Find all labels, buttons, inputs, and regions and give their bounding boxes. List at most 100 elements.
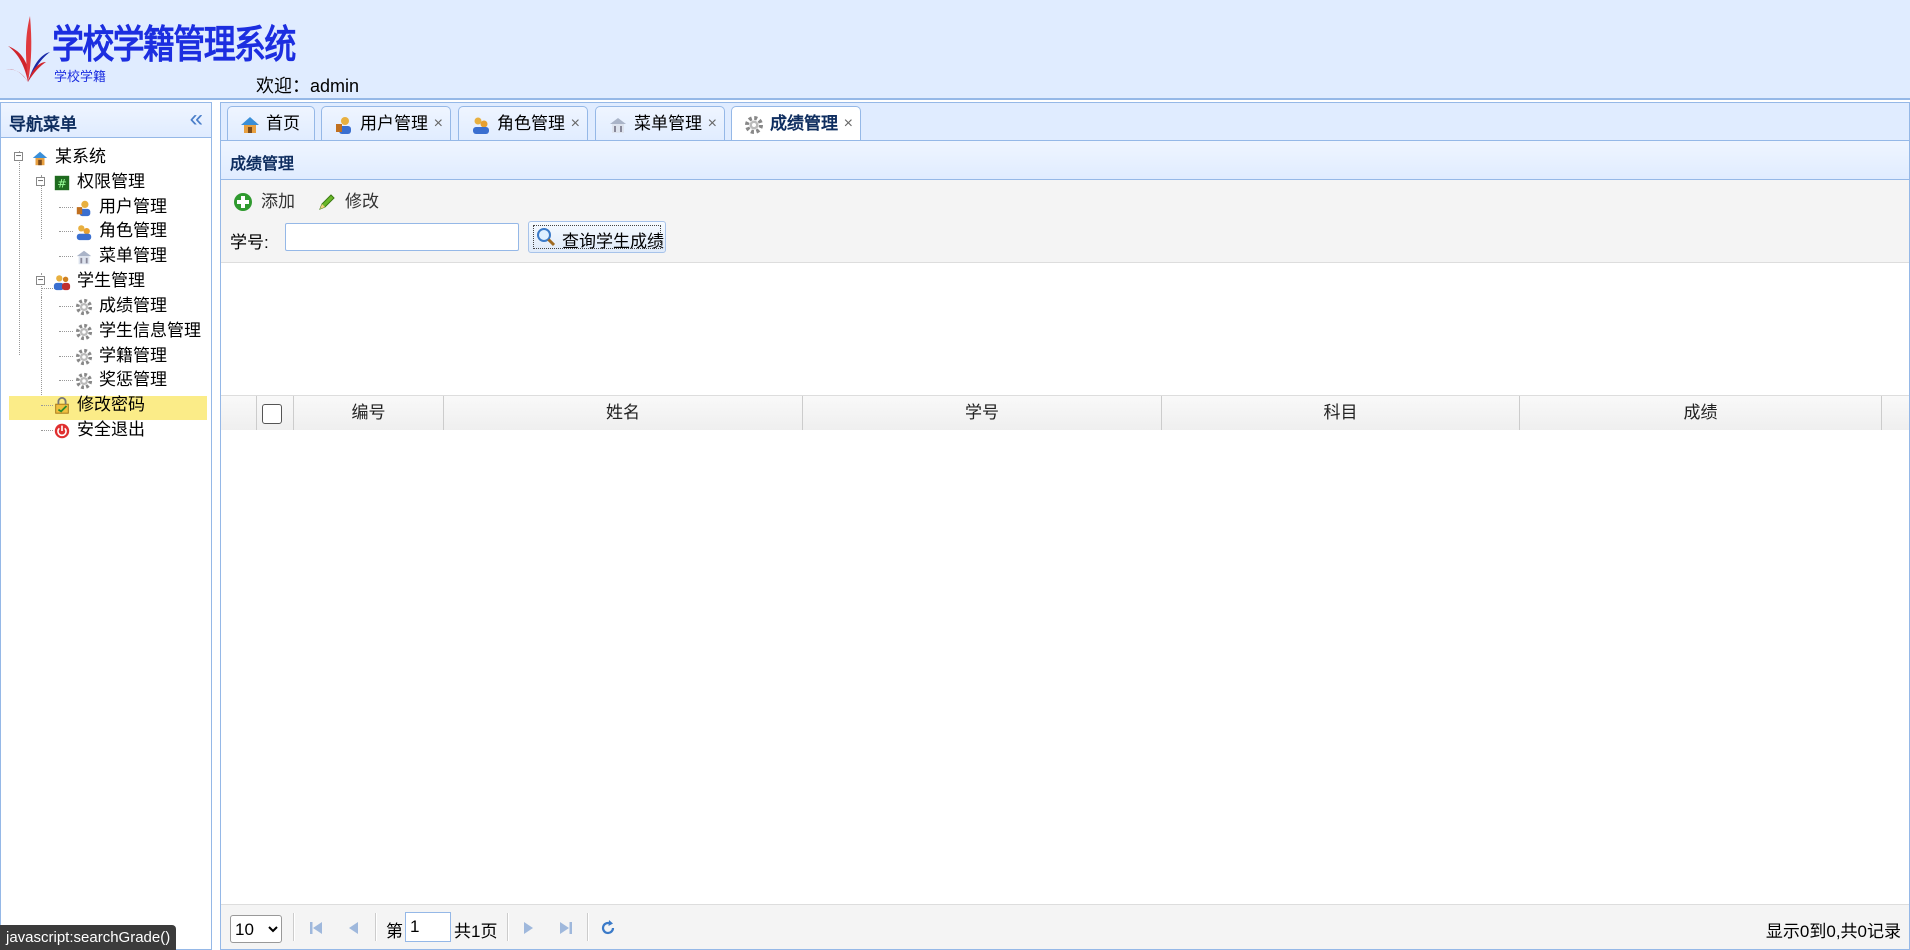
pencil-icon	[319, 194, 335, 210]
tree-label: 安全退出	[77, 420, 145, 439]
tab-home[interactable]: 首页	[227, 106, 315, 141]
tree-label: 修改密码	[77, 395, 145, 414]
tree-node-menu-management[interactable]: 菜单管理	[1, 244, 211, 268]
role-icon	[76, 225, 92, 241]
tab-label: 首页	[266, 114, 300, 133]
tree-node-user-management[interactable]: 用户管理	[1, 195, 211, 219]
nav-panel-header: 导航菜单 «	[1, 103, 211, 138]
password-icon	[55, 397, 69, 414]
page-total-label: 共1页	[454, 922, 498, 941]
search-grade-button[interactable]: 查询学生成绩	[528, 221, 666, 253]
tab-role-management[interactable]: 角色管理 ×	[458, 106, 588, 141]
column-header-subject[interactable]: 科目	[1162, 396, 1520, 430]
column-header-name[interactable]: 姓名	[444, 396, 803, 430]
exit-icon	[54, 423, 70, 439]
pager-separator	[375, 913, 377, 941]
tree-label: 学生管理	[77, 271, 145, 290]
app-subtitle: 学校学籍	[54, 69, 107, 84]
search-icon	[537, 228, 556, 247]
app-header: 学校学籍管理系统 学校学籍 欢迎：admin	[0, 0, 1910, 100]
column-header-score[interactable]: 成绩	[1520, 396, 1882, 430]
close-icon[interactable]: ×	[844, 107, 853, 140]
tree-label: 学生信息管理	[99, 321, 201, 340]
double-chevron-left-icon[interactable]: «	[190, 105, 203, 133]
tab-menu-management[interactable]: 菜单管理 ×	[595, 106, 725, 141]
collapse-toggle-icon[interactable]: −	[14, 152, 23, 162]
close-icon[interactable]: ×	[434, 107, 443, 140]
tree-node-enrollment-management[interactable]: 学籍管理	[1, 344, 211, 368]
tree-node-student-management[interactable]: − 学生管理	[1, 269, 211, 293]
refresh-icon[interactable]	[599, 919, 617, 937]
tree-node-role-management[interactable]: 角色管理	[1, 219, 211, 243]
app-title: 学校学籍管理系统	[52, 22, 296, 68]
user-icon	[336, 117, 351, 134]
previous-page-icon[interactable]	[345, 919, 363, 937]
students-icon	[53, 275, 71, 291]
tab-label: 成绩管理	[770, 114, 838, 133]
add-button[interactable]: 添加	[233, 188, 299, 216]
tab-user-management[interactable]: 用户管理 ×	[321, 106, 451, 141]
pager-separator	[293, 913, 295, 941]
student-id-input[interactable]	[285, 223, 519, 251]
grid-checkbox-column	[257, 396, 294, 430]
gear-icon	[75, 348, 93, 366]
column-header-id[interactable]: 编号	[294, 396, 444, 430]
tree-label: 学籍管理	[99, 346, 167, 365]
tree-label: 菜单管理	[99, 246, 167, 265]
collapse-toggle-icon[interactable]: −	[36, 177, 45, 187]
tab-label: 菜单管理	[634, 114, 702, 133]
add-button-label: 添加	[261, 192, 295, 211]
search-button-label: 查询学生成绩	[562, 232, 664, 251]
tree-label: 成绩管理	[99, 296, 167, 315]
next-page-icon[interactable]	[519, 919, 537, 937]
close-icon[interactable]: ×	[708, 107, 717, 140]
role-icon	[473, 117, 489, 134]
first-page-icon[interactable]	[307, 919, 325, 937]
grid-rownumber-column	[221, 396, 257, 430]
home-icon	[241, 117, 259, 133]
gear-icon	[745, 116, 763, 134]
toolbar: 添加 修改 学号: 查询学生成绩	[221, 180, 1909, 263]
collapse-toggle-icon[interactable]: −	[36, 276, 45, 286]
student-id-label: 学号:	[230, 233, 269, 252]
tree-label: 某系统	[55, 147, 106, 166]
page-size-select[interactable]: 10	[230, 915, 282, 943]
select-all-checkbox[interactable]	[262, 404, 282, 424]
gear-icon	[75, 298, 93, 316]
add-icon	[234, 193, 252, 211]
tree-node-logout[interactable]: 安全退出	[1, 418, 211, 442]
logo-icon	[6, 16, 50, 82]
nav-panel: 导航菜单 « − 某系统 − # 权限管理 用户管理 角色管理 菜单管理 − 学…	[0, 102, 212, 950]
tab-label: 角色管理	[497, 114, 565, 133]
tab-grade-management[interactable]: 成绩管理 ×	[731, 106, 861, 142]
welcome-text: 欢迎：admin	[256, 76, 360, 96]
nav-title: 导航菜单	[9, 115, 77, 134]
page-prefix-label: 第	[386, 922, 403, 941]
menu-icon	[76, 250, 92, 265]
record-info-text: 显示0到0,共0记录	[1765, 922, 1901, 941]
tree-node-rewards-management[interactable]: 奖惩管理	[1, 368, 211, 392]
last-page-icon[interactable]	[557, 919, 575, 937]
tree-node-system[interactable]: − 某系统	[1, 145, 211, 169]
pager-separator	[587, 913, 589, 941]
browser-status-bar: javascript:searchGrade()	[0, 925, 177, 950]
panel-header: 成绩管理	[221, 141, 1909, 180]
tree-label: 角色管理	[99, 221, 167, 240]
close-icon[interactable]: ×	[571, 107, 580, 140]
tree-node-grade-management[interactable]: 成绩管理	[1, 294, 211, 318]
tree-node-permission[interactable]: − # 权限管理	[1, 170, 211, 194]
svg-text:#: #	[57, 177, 67, 191]
edit-button-label: 修改	[345, 192, 379, 211]
grid-header: 编号 姓名 学号 科目 成绩	[221, 395, 1909, 431]
tree-label: 奖惩管理	[99, 370, 167, 389]
tree-node-change-password[interactable]: 修改密码	[1, 393, 211, 417]
grade-management-panel: 成绩管理 添加 修改 学号: 查询学生成绩 编号 姓名 学号 科目 成绩 10 …	[220, 140, 1910, 950]
gear-icon	[75, 323, 93, 341]
menu-icon	[610, 118, 626, 133]
tree-label: 权限管理	[77, 172, 145, 191]
edit-button[interactable]: 修改	[317, 188, 383, 216]
page-number-input[interactable]	[405, 912, 451, 942]
tree-node-student-info-management[interactable]: 学生信息管理	[1, 319, 211, 343]
tab-label: 用户管理	[360, 114, 428, 133]
column-header-student-id[interactable]: 学号	[803, 396, 1162, 430]
